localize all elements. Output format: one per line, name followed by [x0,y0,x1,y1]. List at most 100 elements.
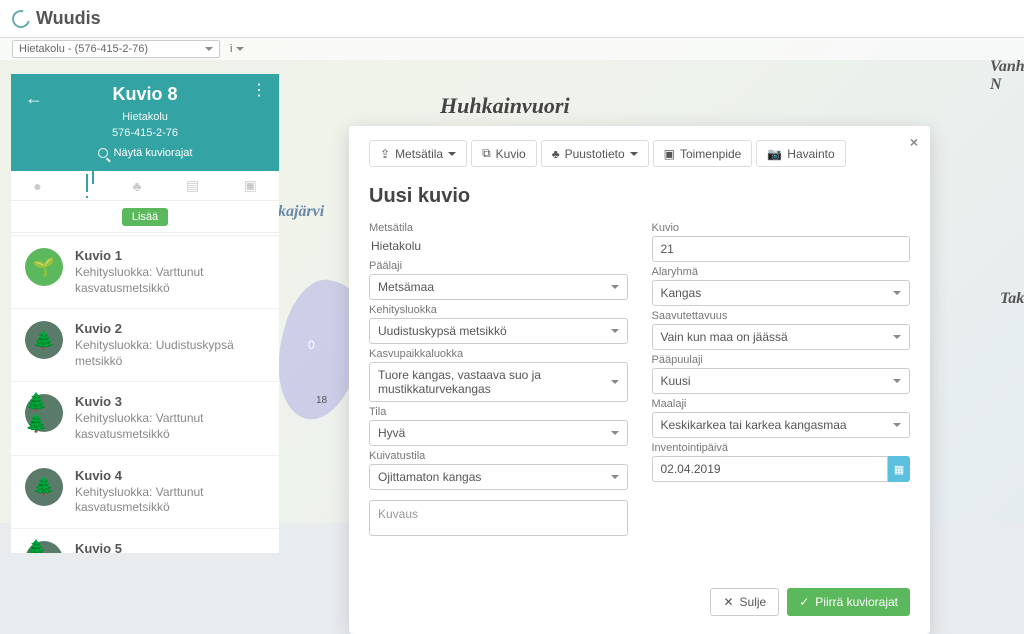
list-item[interactable]: 🌲 Kuvio 4 Kehitysluokka: Varttunut kasva… [11,456,279,529]
label-kasvupaikkaluokka: Kasvupaikkaluokka [369,348,628,360]
select-paalaji[interactable]: Metsämaa [369,274,628,300]
kuvio-name: Kuvio 2 [75,321,265,336]
show-borders-label: Näytä kuviorajat [114,147,193,159]
label-paalaji: Päälaji [369,260,628,272]
value-metsatila: Hietakolu [369,236,628,256]
select-kuivatustila[interactable]: Ojittamaton kangas [369,464,628,490]
panel-tabs: ● ♣ ▤ ▣ [11,171,279,201]
panel-title: Kuvio 8 [25,84,265,105]
brand[interactable]: Wuudis [12,8,101,29]
draw-borders-button[interactable]: ✓Piirrä kuviorajat [787,588,910,616]
map-label-kajarvi: kajärvi [278,203,324,221]
add-button[interactable]: Lisää [122,208,168,226]
list-item[interactable]: 🌲🌲 Kuvio 5 Kehitysluokka: Uudistuskypsä … [11,529,279,553]
left-panel: ← ⋮ Kuvio 8 Hietakolu 576-415-2-76 Näytä… [11,74,279,553]
chevron-down-icon [611,431,619,435]
info-dropdown[interactable]: i [230,43,244,55]
input-kuvio[interactable] [652,236,911,262]
tab-document-icon[interactable]: ▤ [186,177,199,194]
sprout-icon: 🌱 [25,248,63,286]
label-kehitysluokka: Kehitysluokka [369,304,628,316]
topbar: Wuudis [0,0,1024,38]
chevron-down-icon [448,152,456,156]
tab-metsatila[interactable]: ⇪Metsätila [369,140,467,167]
tab-parcels-icon[interactable] [86,174,88,198]
label-paapuulaji: Pääpuulaji [652,354,911,366]
add-row: Lisää [11,201,279,233]
kuvio-name: Kuvio 3 [75,394,265,409]
select-paapuulaji[interactable]: Kuusi [652,368,911,394]
kuvio-name: Kuvio 1 [75,248,265,263]
chevron-down-icon [893,291,901,295]
close-button[interactable]: ✕Sulje [710,588,779,616]
select-saavutettavuus[interactable]: Vain kun maa on jäässä [652,324,911,350]
subbar: Hietakolu - (576-415-2-76) i [0,38,1024,60]
tab-puustotieto[interactable]: ♣Puustotieto [541,140,649,167]
kuvio-desc: Kehitysluokka: Varttunut kasvatusmetsikk… [75,485,265,516]
modal-footer: ✕Sulje ✓Piirrä kuviorajat [369,588,910,616]
kuvio-name: Kuvio 5 [75,541,265,553]
kuvio-desc: Kehitysluokka: Varttunut kasvatusmetsikk… [75,265,265,296]
list-item[interactable]: 🌱 Kuvio 1 Kehitysluokka: Varttunut kasva… [11,235,279,309]
list-item[interactable]: 🌲 Kuvio 2 Kehitysluokka: Uudistuskypsä m… [11,309,279,382]
estate-selector-value: Hietakolu - (576-415-2-76) [19,43,148,55]
map-label-vanha: Vanha-N [990,58,1024,94]
panel-subtitle-2: 576-415-2-76 [25,127,265,139]
tab-toimenpide[interactable]: ▣Toimenpide [653,140,753,167]
label-kuvio: Kuvio [652,222,911,234]
select-alaryhma[interactable]: Kangas [652,280,911,306]
upload-icon: ⇪ [380,147,390,161]
map-label-taka: Taka [1000,290,1024,308]
chevron-down-icon [893,335,901,339]
search-icon [98,148,108,158]
chevron-down-icon [611,475,619,479]
chevron-down-icon [893,379,901,383]
show-borders-link[interactable]: Näytä kuviorajat [25,147,265,159]
camera-icon: 📷 [767,147,782,161]
brand-text: Wuudis [36,8,101,29]
tree-icon: 🌲🌲 [25,394,63,432]
calendar-button[interactable]: ▦ [888,456,910,482]
label-kuivatustila: Kuivatustila [369,450,628,462]
list-item[interactable]: 🌲🌲 Kuvio 3 Kehitysluokka: Varttunut kasv… [11,382,279,455]
kebab-menu-icon[interactable]: ⋮ [251,86,265,96]
info-icon: i [230,43,232,55]
map-label-huhkainvuori: Huhkainvuori [440,93,570,119]
map-parcel-18: 18 [316,395,327,406]
chevron-down-icon [236,47,244,51]
estate-selector[interactable]: Hietakolu - (576-415-2-76) [12,40,220,58]
tab-trees-icon[interactable]: ♣ [132,178,141,194]
label-inventointipaiva: Inventointipäivä [652,442,911,454]
kuvio-desc: Kehitysluokka: Uudistuskypsä metsikkö [75,338,265,369]
chevron-down-icon [893,423,901,427]
tab-info-icon[interactable]: ● [33,178,41,194]
back-arrow-icon[interactable]: ← [25,88,43,109]
select-tila[interactable]: Hyvä [369,420,628,446]
kuvio-list: 🌱 Kuvio 1 Kehitysluokka: Varttunut kasva… [11,233,279,553]
tab-kuvio[interactable]: ⧉Kuvio [471,140,537,167]
panel-subtitle-1: Hietakolu [25,111,265,123]
select-maalaji[interactable]: Keskikarkea tai karkea kangasmaa [652,412,911,438]
tab-camera-icon[interactable]: ▣ [244,177,257,194]
panel-header: ← ⋮ Kuvio 8 Hietakolu 576-415-2-76 Näytä… [11,74,279,171]
chevron-down-icon [611,380,619,384]
chevron-down-icon [630,152,638,156]
select-kehitysluokka[interactable]: Uudistuskypsä metsikkö [369,318,628,344]
label-maalaji: Maalaji [652,398,911,410]
calendar-icon: ▦ [894,463,904,476]
textarea-kuvaus[interactable]: Kuvaus [369,500,628,536]
tree-icon: 🌲 [25,468,63,506]
brand-icon [9,6,34,31]
tree-icon: ♣ [552,147,560,161]
x-icon: ✕ [723,595,733,609]
label-metsatila: Metsätila [369,222,628,234]
tab-havainto[interactable]: 📷Havainto [756,140,845,167]
select-kasvupaikkaluokka[interactable]: Tuore kangas, vastaava suo ja mustikkatu… [369,362,628,402]
label-tila: Tila [369,406,628,418]
new-kuvio-modal: × ⇪Metsätila ⧉Kuvio ♣Puustotieto ▣Toimen… [349,126,930,634]
close-icon[interactable]: × [910,134,918,150]
chevron-down-icon [611,329,619,333]
input-inventointipaiva[interactable] [652,456,889,482]
check-icon: ✓ [799,595,809,609]
tree-icon: 🌲 [25,321,63,359]
